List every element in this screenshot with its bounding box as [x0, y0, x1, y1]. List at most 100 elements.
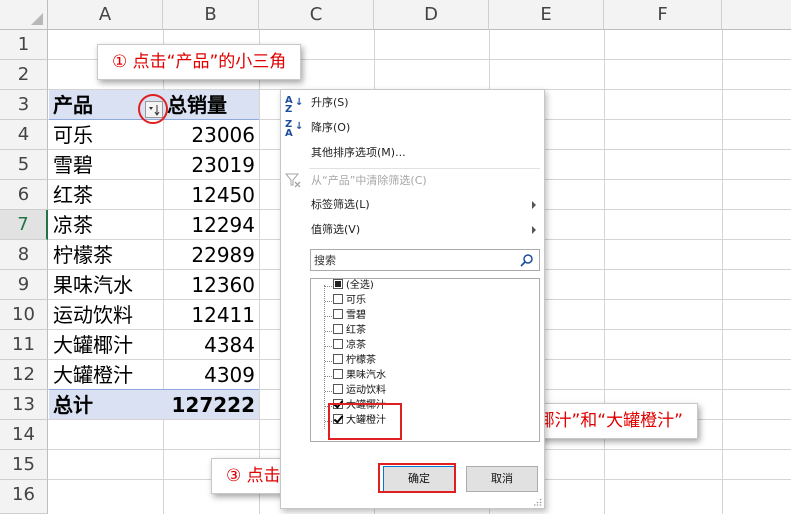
- filter-item-select-all[interactable]: (全选): [333, 279, 374, 294]
- checkbox[interactable]: [333, 324, 343, 334]
- filter-item[interactable]: 凉茶: [333, 339, 366, 354]
- cell-sales[interactable]: 22989: [163, 240, 255, 270]
- clear-filter-item: 从“产品”中清除筛选(C): [311, 174, 427, 187]
- checkbox[interactable]: [333, 354, 343, 364]
- row-header[interactable]: 6: [0, 180, 48, 210]
- cell-sales[interactable]: 4309: [163, 360, 255, 390]
- cell-sales[interactable]: 12411: [163, 300, 255, 330]
- ok-button-highlight: [378, 463, 456, 493]
- more-sort-options-item[interactable]: 其他排序选项(M)...: [311, 145, 406, 161]
- cell-sales[interactable]: 4384: [163, 330, 255, 360]
- checkbox[interactable]: [333, 339, 343, 349]
- row-header[interactable]: 4: [0, 120, 48, 150]
- select-all-corner[interactable]: [0, 0, 48, 30]
- search-icon: [520, 254, 533, 267]
- search-box[interactable]: [310, 249, 540, 271]
- row-header[interactable]: 5: [0, 150, 48, 180]
- header-product[interactable]: 产品: [53, 90, 93, 120]
- filter-item-label: 可乐: [346, 295, 366, 306]
- filter-item[interactable]: 可乐: [333, 294, 366, 309]
- total-label[interactable]: 总计: [53, 390, 93, 420]
- filter-item[interactable]: 红茶: [333, 324, 366, 339]
- tree-line: [325, 331, 332, 332]
- row-header[interactable]: 15: [0, 450, 48, 480]
- resize-grip-icon[interactable]: [534, 498, 542, 506]
- cell-product[interactable]: 柠檬茶: [53, 240, 113, 270]
- row-header[interactable]: 1: [0, 30, 48, 60]
- sort-ascending-item[interactable]: 升序(S): [311, 95, 349, 111]
- row-header[interactable]: 13: [0, 390, 48, 420]
- row-header[interactable]: 11: [0, 330, 48, 360]
- menu-separator: [309, 168, 540, 169]
- submenu-arrow-icon: [532, 226, 536, 234]
- column-header-a[interactable]: A: [48, 0, 163, 30]
- row-header[interactable]: 10: [0, 300, 48, 330]
- cell-sales[interactable]: 12360: [163, 270, 255, 300]
- cell-sales[interactable]: 23019: [163, 150, 255, 180]
- cell-product[interactable]: 可乐: [53, 120, 93, 150]
- column-header-c[interactable]: C: [259, 0, 374, 30]
- cancel-button[interactable]: 取消: [466, 466, 538, 492]
- checkbox[interactable]: [333, 279, 343, 289]
- checkbox[interactable]: [333, 294, 343, 304]
- tree-line: [325, 376, 332, 377]
- filter-item-label: 雪碧: [346, 310, 366, 321]
- row-header[interactable]: 16: [0, 480, 48, 514]
- column-header-b[interactable]: B: [163, 0, 259, 30]
- cell-product[interactable]: 凉茶: [53, 210, 93, 240]
- cell-product[interactable]: 果味汽水: [53, 270, 133, 300]
- filter-item[interactable]: 柠檬茶: [333, 354, 376, 369]
- filter-item[interactable]: 雪碧: [333, 309, 366, 324]
- filter-item[interactable]: 运动饮料: [333, 384, 386, 399]
- cell-product[interactable]: 大罐橙汁: [53, 360, 133, 390]
- total-value[interactable]: 127222: [163, 390, 256, 420]
- filter-item-label: 凉茶: [346, 340, 366, 351]
- header-sales[interactable]: 总销量: [167, 90, 227, 120]
- sort-descending-item[interactable]: 降序(O): [311, 120, 350, 136]
- row-header[interactable]: 9: [0, 270, 48, 300]
- filter-item-label: (全选): [346, 280, 374, 291]
- sort-ascending-icon: A Z ↓: [285, 95, 304, 115]
- filter-menu: A Z ↓ 升序(S) Z A ↓ 降序(O) 其他排序选项(M)... 从“产品”中清…: [280, 89, 545, 509]
- clear-filter-icon: [285, 173, 301, 188]
- row-header[interactable]: 12: [0, 360, 48, 390]
- tree-line: [325, 286, 332, 287]
- tree-line: [325, 316, 332, 317]
- selection-highlight: [328, 403, 402, 440]
- cell-product[interactable]: 大罐椰汁: [53, 330, 133, 360]
- search-input[interactable]: [311, 250, 511, 270]
- cell-product[interactable]: 运动饮料: [53, 300, 133, 330]
- value-filter-item[interactable]: 值筛选(V): [311, 222, 360, 238]
- cell-product[interactable]: 红茶: [53, 180, 93, 210]
- checkbox[interactable]: [333, 309, 343, 319]
- row-header[interactable]: 3: [0, 90, 48, 120]
- cell-sales[interactable]: 12450: [163, 180, 255, 210]
- filter-item-label: 红茶: [346, 325, 366, 336]
- sort-descending-icon: Z A ↓: [285, 119, 304, 139]
- label-filter-item[interactable]: 标签筛选(L): [311, 197, 370, 213]
- callout-step-1: ① 点击“产品”的小三角: [97, 44, 302, 80]
- column-header-e[interactable]: E: [489, 0, 604, 30]
- filter-item[interactable]: 果味汽水: [333, 369, 386, 384]
- filter-item-label: 运动饮料: [346, 385, 386, 396]
- row-header[interactable]: 8: [0, 240, 48, 270]
- tree-line: [325, 346, 332, 347]
- cell-product[interactable]: 雪碧: [53, 150, 93, 180]
- column-header-f[interactable]: F: [604, 0, 722, 30]
- checkbox[interactable]: [333, 384, 343, 394]
- cell-sales[interactable]: 12294: [163, 210, 255, 240]
- tree-line: [324, 285, 325, 429]
- row-header-active[interactable]: 7: [0, 210, 48, 240]
- cell-sales[interactable]: 23006: [163, 120, 255, 150]
- column-header-d[interactable]: D: [374, 0, 489, 30]
- checkbox[interactable]: [333, 369, 343, 379]
- tree-line: [325, 361, 332, 362]
- filter-button-highlight: [138, 94, 168, 124]
- row-header[interactable]: 2: [0, 60, 48, 90]
- filter-item-label: 柠檬茶: [346, 355, 376, 366]
- column-header-g[interactable]: [722, 0, 791, 30]
- tree-line: [325, 391, 332, 392]
- tree-line: [325, 301, 332, 302]
- row-header[interactable]: 14: [0, 420, 48, 450]
- filter-item-label: 果味汽水: [346, 370, 386, 381]
